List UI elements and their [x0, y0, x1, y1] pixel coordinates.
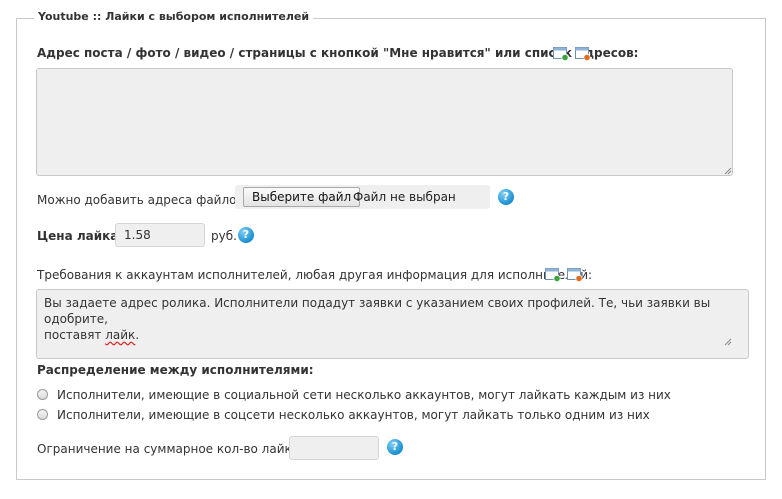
spellcheck-word: лайк: [105, 328, 136, 342]
window-add-icon[interactable]: [553, 47, 569, 61]
resize-grip-icon[interactable]: [723, 337, 732, 346]
form-legend: Youtube :: Лайки с выбором исполнителей: [34, 10, 314, 23]
help-icon[interactable]: ?: [238, 227, 254, 243]
limit-label: Ограничение на суммарное кол-во лайков:: [37, 442, 311, 456]
distribution-option-one[interactable]: Исполнители, имеющие в соцсети несколько…: [57, 408, 650, 422]
window-add-icon[interactable]: [545, 268, 561, 282]
help-icon[interactable]: ?: [498, 189, 514, 205]
distribution-label: Распределение между исполнителями:: [37, 363, 314, 377]
limit-input[interactable]: [289, 436, 379, 460]
price-label: Цена лайка:: [37, 229, 124, 243]
file-label: Можно добавить адреса файлом:: [37, 193, 250, 207]
price-unit: руб.: [211, 229, 237, 243]
file-input[interactable]: Выберите файл Файл не выбран: [235, 185, 490, 209]
resize-grip-icon[interactable]: [723, 166, 732, 175]
window-remove-icon[interactable]: [575, 47, 591, 61]
help-icon[interactable]: ?: [387, 439, 403, 455]
distribution-option-each[interactable]: Исполнители, имеющие в социальной сети н…: [57, 388, 671, 402]
distribution-radio-each[interactable]: [37, 389, 48, 400]
requirements-label: Требования к аккаунтам исполнителей, люб…: [37, 268, 593, 282]
window-remove-icon[interactable]: [567, 268, 583, 282]
distribution-radio-one[interactable]: [37, 409, 48, 420]
post-address-label: Адрес поста / фото / видео / страницы с …: [37, 46, 639, 60]
requirements-line-1: Вы задаете адрес ролика. Исполнители под…: [44, 296, 711, 326]
requirements-line-2: поставят лайк.: [44, 328, 140, 342]
requirements-textarea[interactable]: Вы задаете адрес ролика. Исполнители под…: [36, 289, 749, 359]
file-status: Файл не выбран: [353, 190, 456, 204]
post-address-textarea[interactable]: [36, 68, 733, 176]
choose-file-button[interactable]: Выберите файл: [243, 187, 361, 207]
price-input[interactable]: 1.58: [115, 223, 205, 247]
